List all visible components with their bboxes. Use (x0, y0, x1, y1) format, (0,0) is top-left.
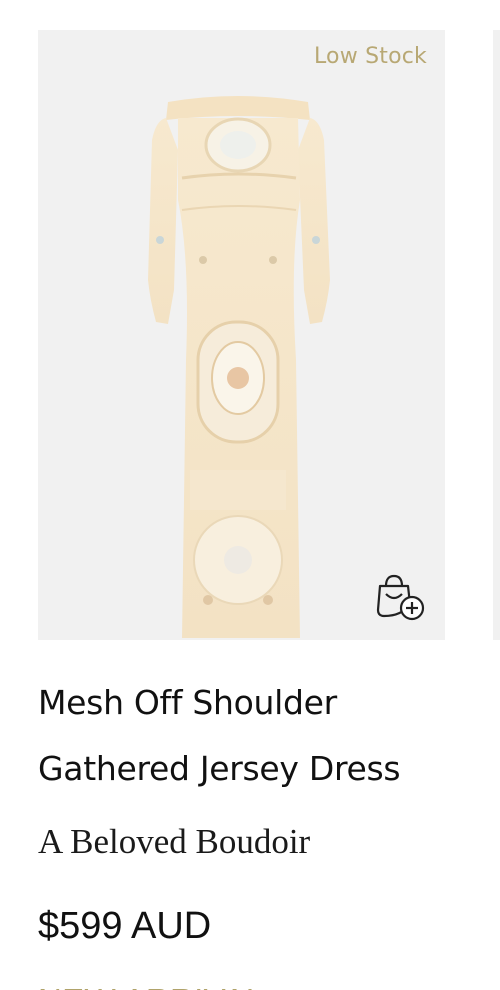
next-product-card[interactable] (493, 30, 500, 990)
shopping-bag-plus-icon (376, 574, 425, 621)
product-image[interactable]: Low Stock (38, 30, 445, 640)
product-card[interactable]: Low Stock Mesh Off Shoulder Gathered Jer… (38, 30, 445, 990)
product-title-line1: Mesh Off Shoulder (38, 683, 337, 722)
collection-name: A Beloved Boudoir (38, 822, 311, 861)
product-title-line2: Gathered Jersey Dress (38, 749, 401, 788)
dress-product-image (148, 96, 330, 638)
product-title-link[interactable]: Mesh Off Shoulder Gathered Jersey Dress (38, 670, 445, 802)
new-arrival-badge: NEW ARRIVAL (38, 982, 264, 990)
product-price: $599 AUD (38, 905, 212, 947)
next-product-image[interactable] (493, 30, 500, 640)
add-to-bag-button[interactable] (372, 568, 428, 624)
